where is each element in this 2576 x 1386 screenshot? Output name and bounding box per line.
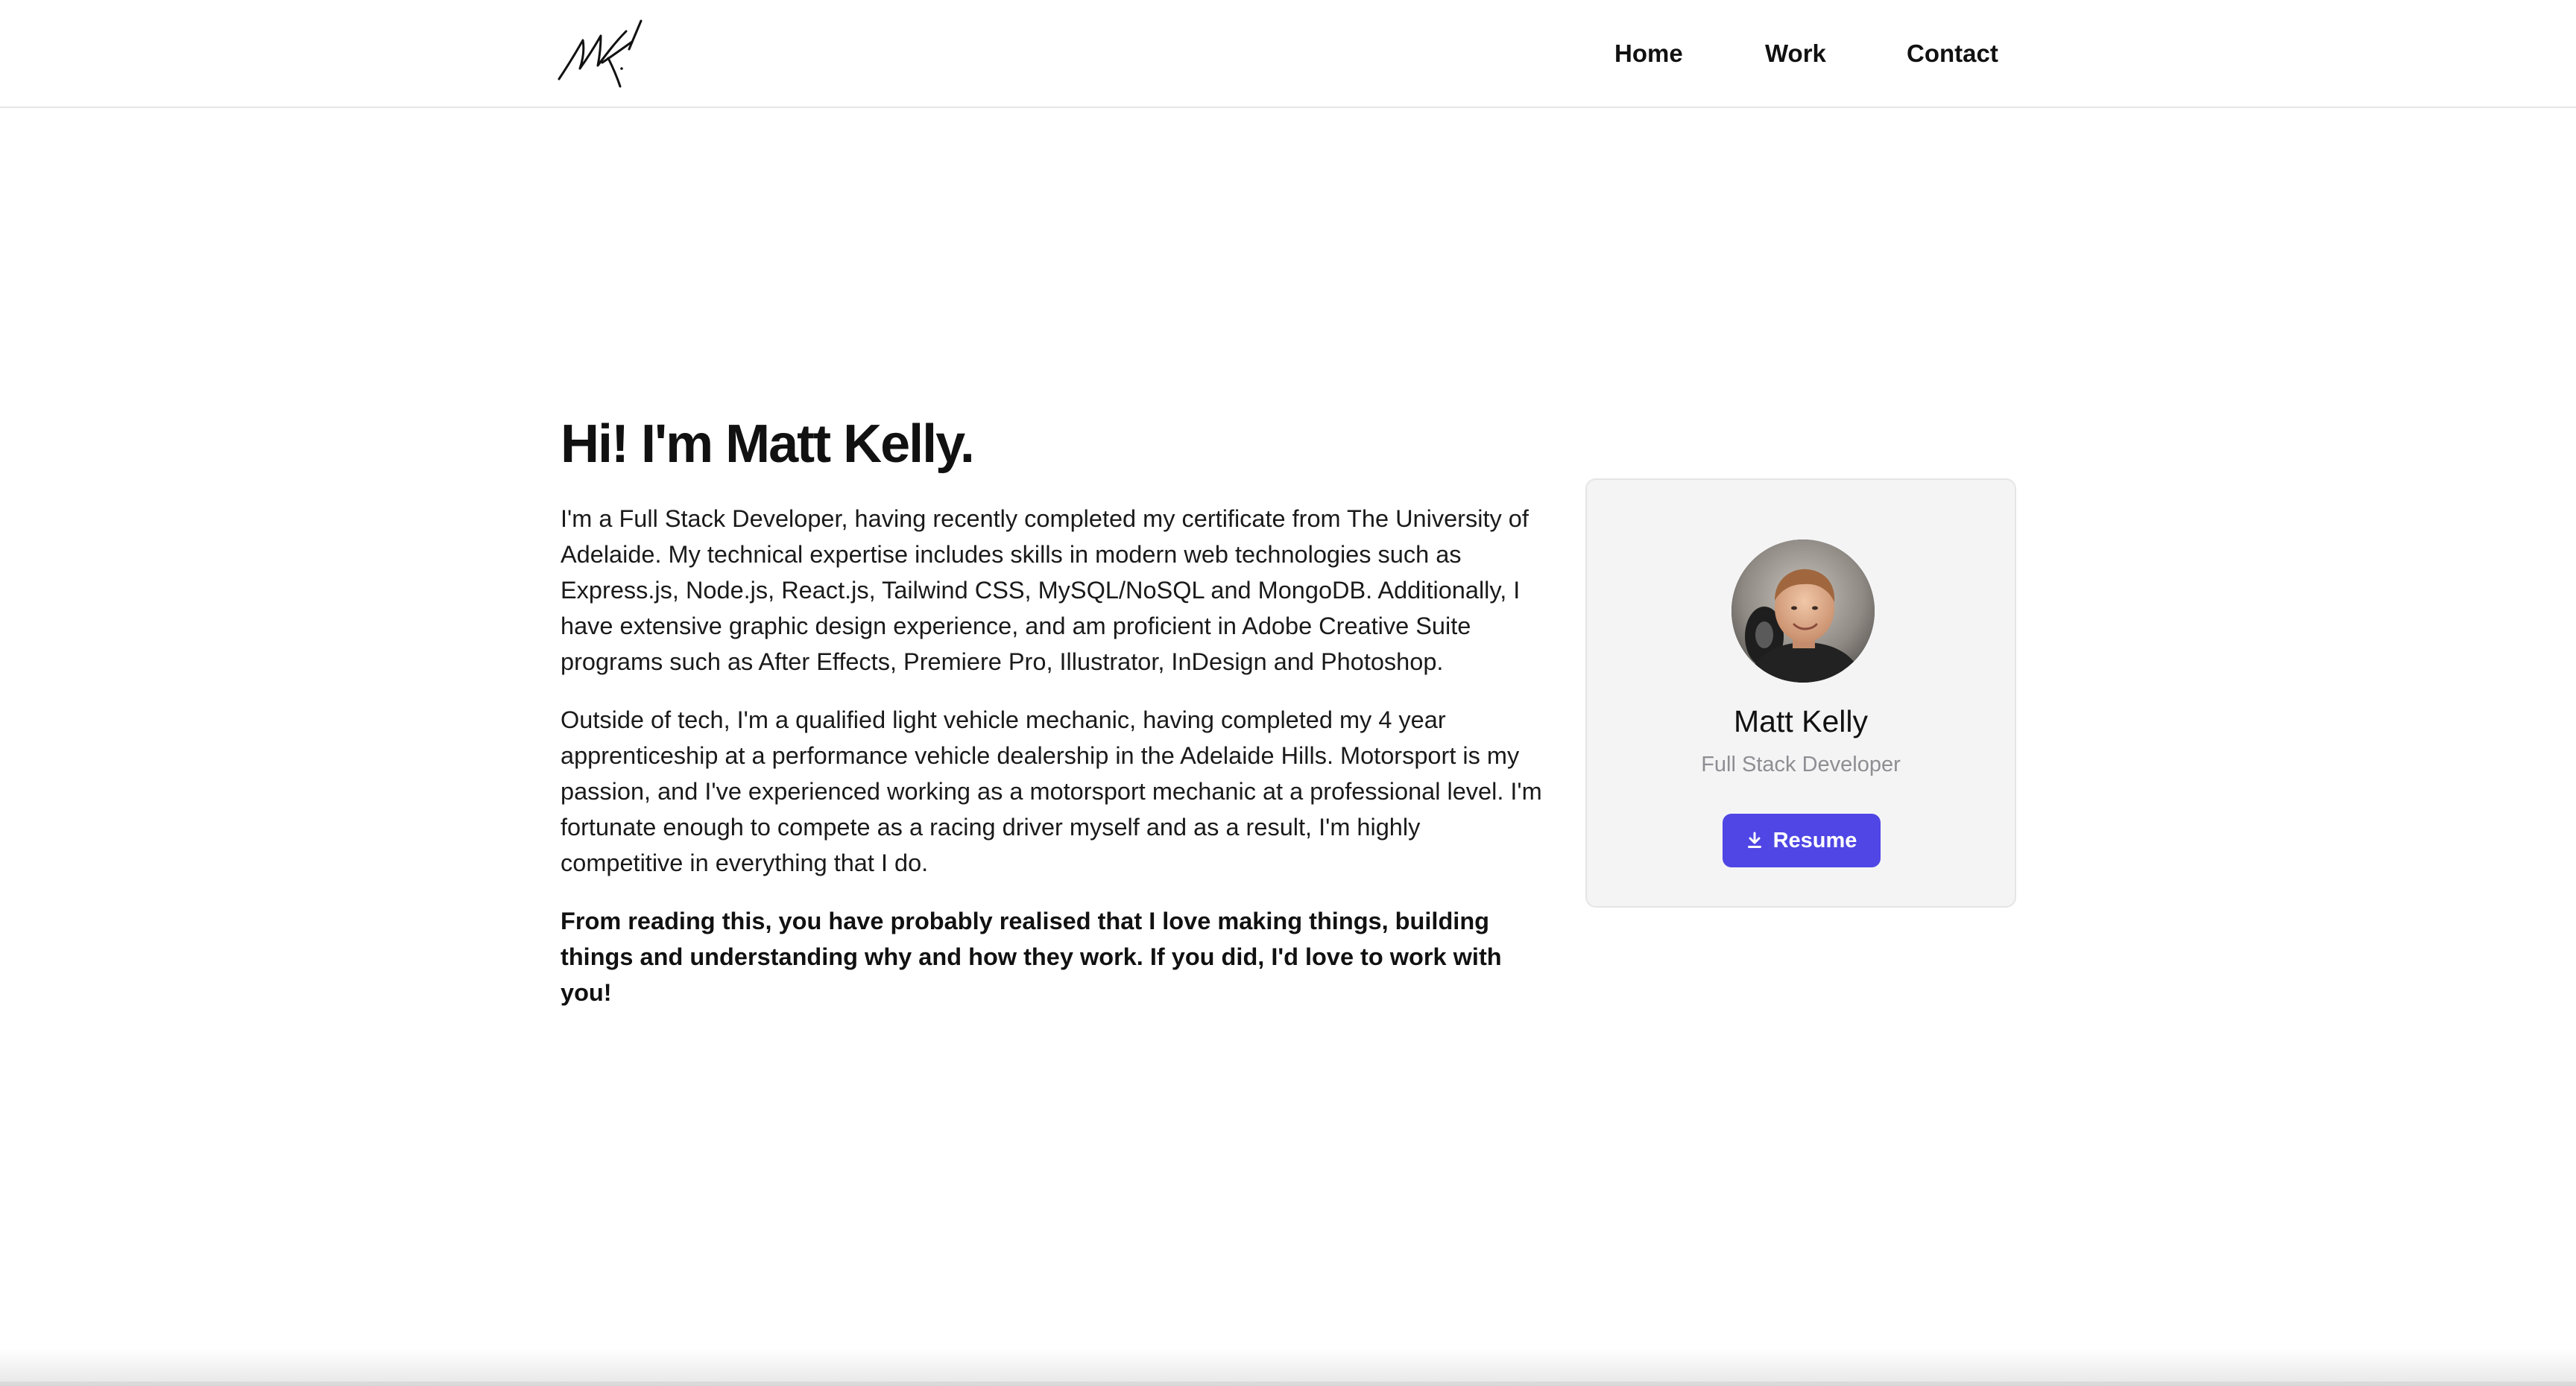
intro-paragraph-personal: Outside of tech, I'm a qualified light v… (561, 706, 1542, 876)
resume-download-button[interactable]: Resume (1723, 814, 1881, 867)
profile-name: Matt Kelly (1734, 704, 1868, 738)
signature-logo-icon[interactable] (558, 19, 644, 88)
download-icon (1746, 832, 1763, 849)
avatar (1731, 539, 1875, 683)
bottom-shadow (0, 1349, 2576, 1386)
resume-button-label: Resume (1772, 828, 1857, 852)
site-header: Home Work Contact (0, 0, 2576, 108)
intro-paragraph-closing: From reading this, you have probably rea… (561, 908, 1502, 1006)
nav-home-link[interactable]: Home (1614, 37, 1683, 70)
intro-paragraph-tech: I'm a Full Stack Developer, having recen… (561, 505, 1529, 675)
nav-work-link[interactable]: Work (1765, 37, 1826, 70)
profile-role: Full Stack Developer (1701, 753, 1901, 776)
profile-card: Matt Kelly Full Stack Developer Resume (1585, 478, 2016, 908)
intro-section: Hi! I'm Matt Kelly. I'm a Full Stack Dev… (561, 408, 1544, 1033)
nav-contact-link[interactable]: Contact (1907, 37, 1998, 70)
page-title: Hi! I'm Matt Kelly. (561, 414, 975, 474)
